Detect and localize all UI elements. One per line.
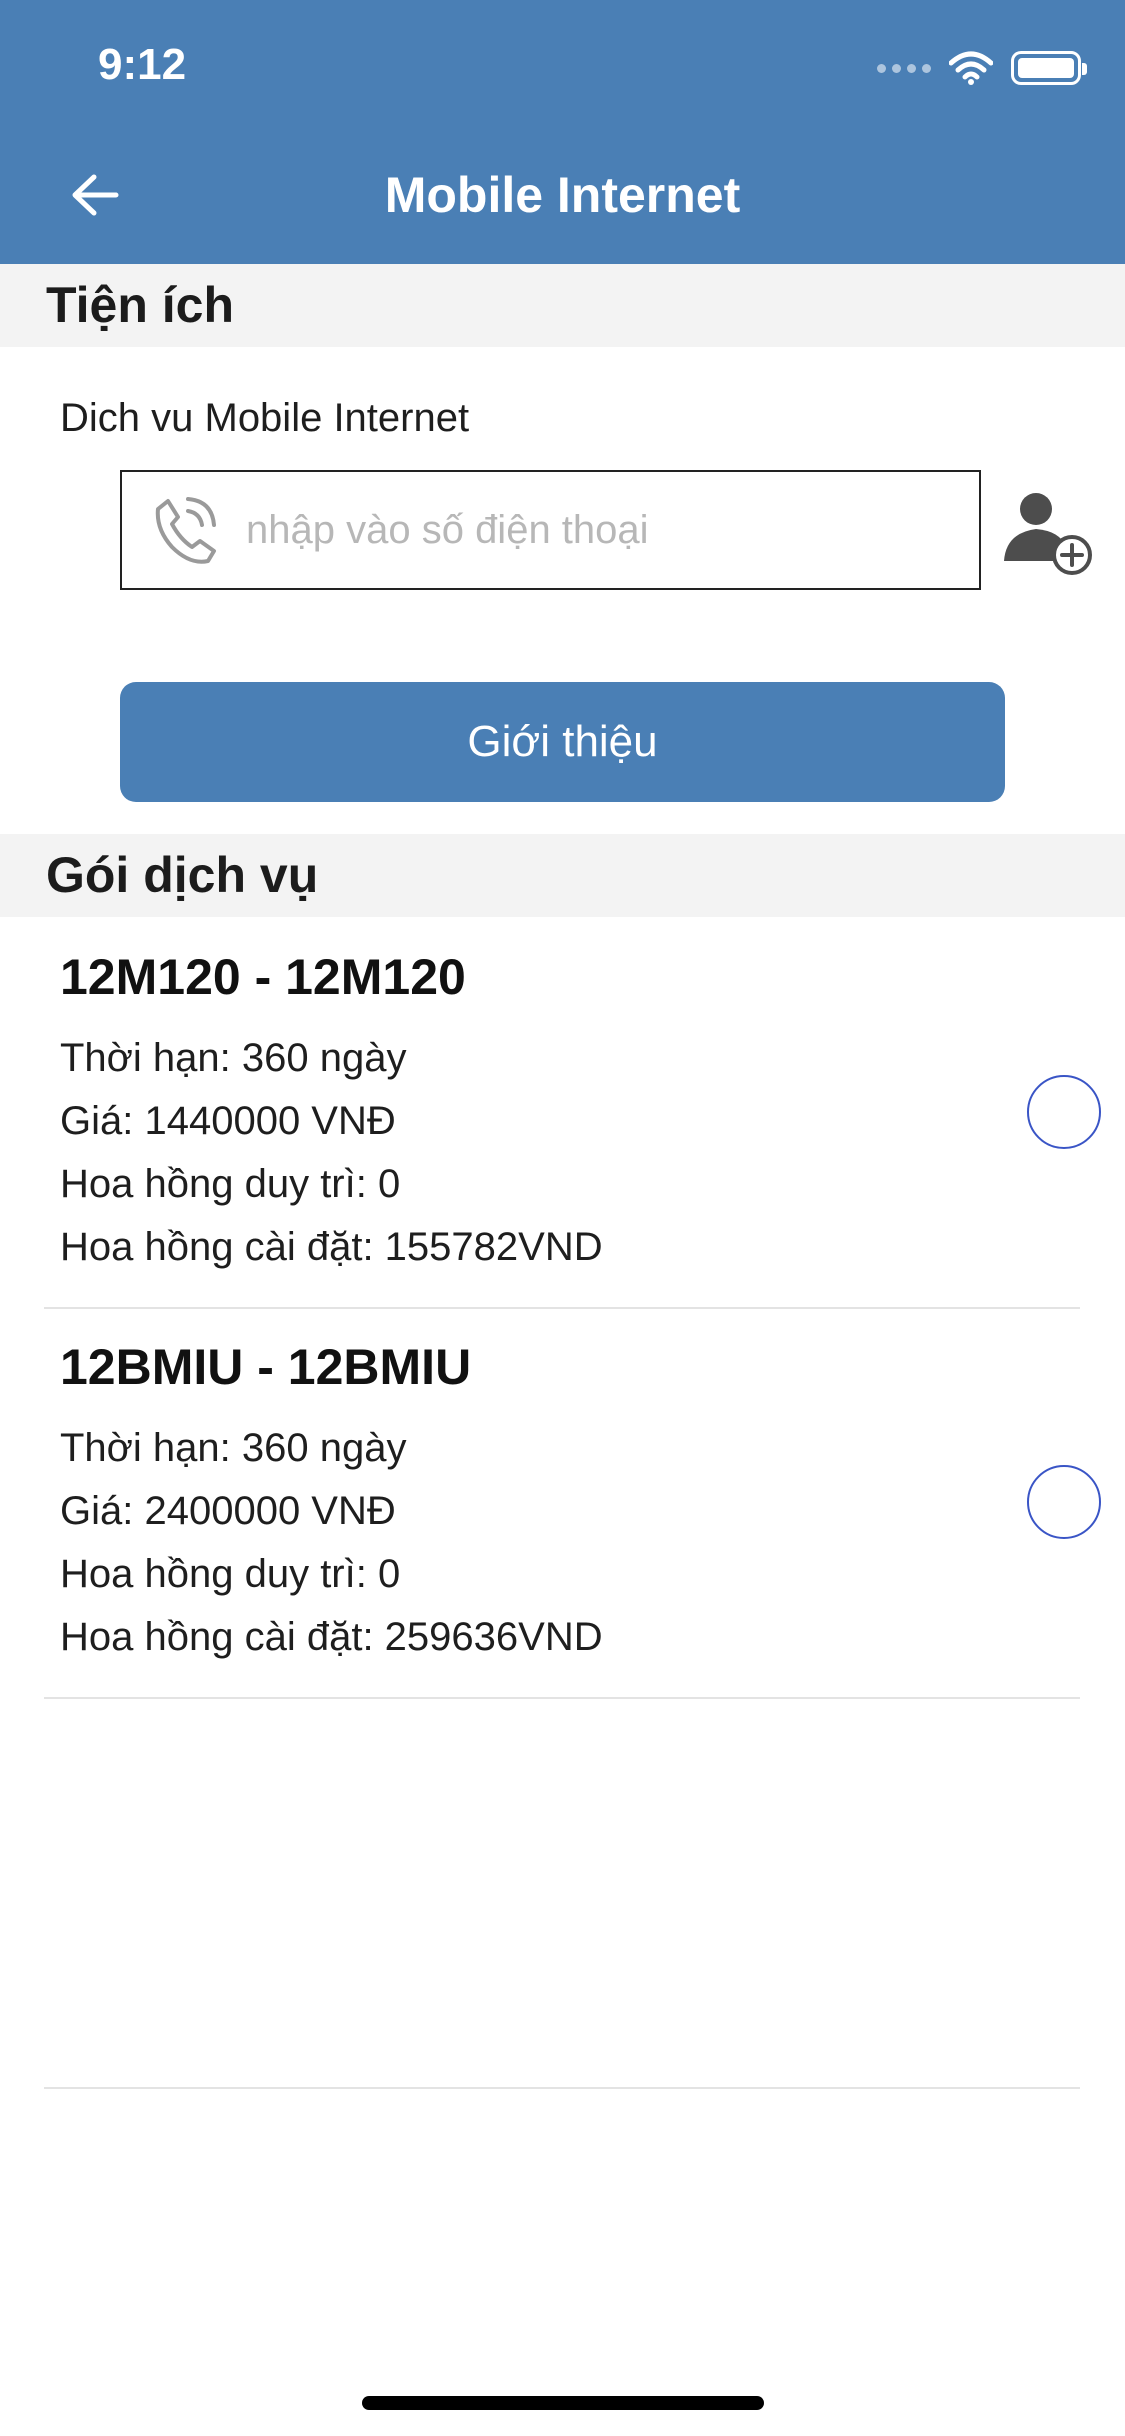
packages-section-header: Gói dịch vụ <box>0 834 1125 917</box>
status-time: 9:12 <box>98 40 187 89</box>
package-radio[interactable] <box>1027 1465 1101 1539</box>
service-label: Dich vu Mobile Internet <box>60 396 470 440</box>
package-title: 12M120 - 12M120 <box>60 949 466 1005</box>
package-radio[interactable] <box>1027 1075 1101 1149</box>
package-duration: Thời hạn: 360 ngày <box>60 1426 407 1470</box>
status-icons <box>877 48 1087 88</box>
wifi-icon <box>949 51 993 85</box>
package-price: Giá: 1440000 VNĐ <box>60 1099 396 1143</box>
add-contact-icon <box>1004 493 1092 575</box>
signal-icon <box>877 63 931 73</box>
package-title: 12BMIU - 12BMIU <box>60 1339 472 1395</box>
package-item[interactable]: 12M120 - 12M120 Thời hạn: 360 ngày Giá: … <box>0 918 1125 1308</box>
divider <box>44 1697 1080 1699</box>
package-install-commission: Hoa hồng cài đặt: 259636VND <box>60 1615 603 1659</box>
battery-icon <box>1011 51 1087 85</box>
add-contact-button[interactable] <box>1000 485 1096 581</box>
package-maintain-commission: Hoa hồng duy trì: 0 <box>60 1552 401 1596</box>
phone-input[interactable] <box>246 507 966 553</box>
phone-input-box[interactable] <box>120 470 981 590</box>
package-price: Giá: 2400000 VNĐ <box>60 1489 396 1533</box>
divider <box>44 2087 1080 2089</box>
page-title: Mobile Internet <box>384 167 741 223</box>
package-maintain-commission: Hoa hồng duy trì: 0 <box>60 1162 401 1206</box>
package-duration: Thời hạn: 360 ngày <box>60 1036 407 1080</box>
package-item[interactable]: 12BMIU - 12BMIU Thời hạn: 360 ngày Giá: … <box>0 1308 1125 1698</box>
intro-button[interactable]: Giới thiệu <box>120 682 1005 802</box>
home-indicator[interactable] <box>362 2396 764 2410</box>
app-header: 9:12 Mobile Internet <box>0 0 1125 264</box>
package-install-commission: Hoa hồng cài đặt: 155782VND <box>60 1225 603 1269</box>
phone-call-icon <box>155 497 216 564</box>
utilities-section-header: Tiện ích <box>0 264 1125 347</box>
